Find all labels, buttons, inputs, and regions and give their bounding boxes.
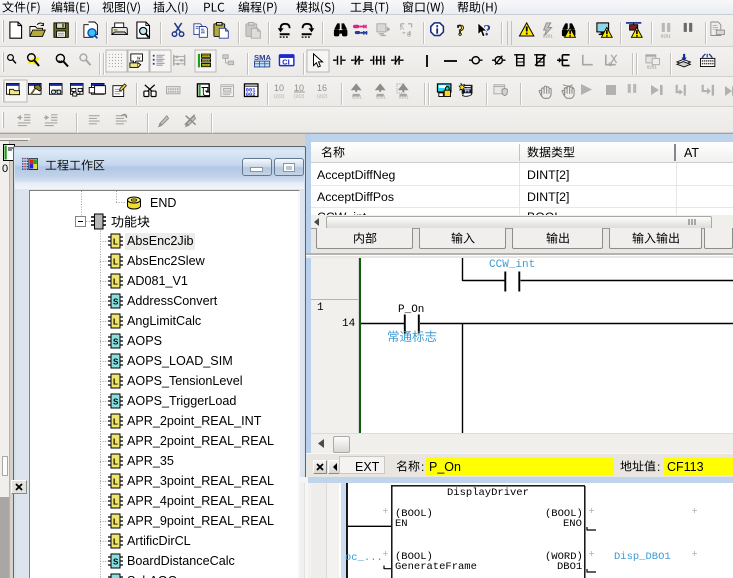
svg-text:S: S xyxy=(113,398,119,407)
svg-text:L: L xyxy=(113,438,118,447)
svg-text:S: S xyxy=(113,338,119,347)
svg-text:L: L xyxy=(113,258,118,267)
svg-text:S: S xyxy=(113,298,119,307)
svg-text:L: L xyxy=(113,418,118,427)
svg-text:S: S xyxy=(113,358,119,367)
svg-text:S: S xyxy=(113,558,119,567)
svg-text:L: L xyxy=(113,318,118,327)
svg-text:L: L xyxy=(113,478,118,487)
svg-text:L: L xyxy=(113,498,118,507)
svg-text:L: L xyxy=(113,538,118,547)
svg-text:L: L xyxy=(113,378,118,387)
svg-text:L: L xyxy=(113,518,118,527)
svg-text:L: L xyxy=(113,238,118,247)
svg-text:L: L xyxy=(113,278,118,287)
svg-text:L: L xyxy=(113,458,118,467)
